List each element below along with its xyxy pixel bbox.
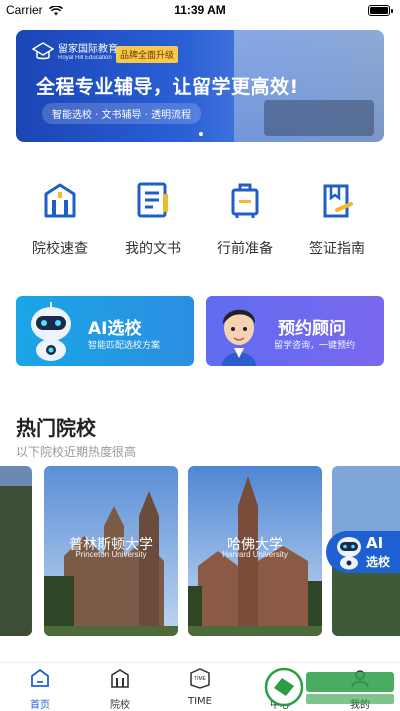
book-consultant-card[interactable]: 预约顾问 留学咨询，一键预约 bbox=[206, 296, 384, 366]
status-bar: Carrier 11:39 AM bbox=[0, 0, 400, 22]
quick-action-visa-guide[interactable]: 签证指南 bbox=[292, 180, 382, 258]
section-title: 热门院校 bbox=[16, 416, 96, 440]
robot-icon bbox=[337, 537, 361, 570]
school-card-princeton[interactable]: 普林斯顿大学 Princeton University bbox=[44, 466, 178, 636]
status-time: 11:39 AM bbox=[174, 3, 226, 17]
time-icon: TIME bbox=[190, 668, 210, 689]
quick-action-my-documents[interactable]: 我的文书 bbox=[108, 180, 198, 258]
tab-schools[interactable]: 院校 bbox=[90, 667, 150, 711]
ai-card-title: AI选校 bbox=[88, 319, 142, 339]
watermark-logo bbox=[264, 667, 394, 707]
consult-card-desc: 留学咨询，一键预约 bbox=[274, 341, 356, 351]
home-icon bbox=[31, 668, 49, 687]
logo-cn: 留家国际教育 bbox=[58, 43, 118, 55]
visa-icon bbox=[323, 184, 353, 218]
banner-subline: 智能选校 · 文书辅导 · 透明流程 bbox=[42, 103, 202, 124]
brand-badge: 品牌全面升级 bbox=[116, 46, 179, 63]
school-card-harvard[interactable]: 哈佛大学 Harvard University bbox=[188, 466, 322, 636]
banner-headline: 全程专业辅导，让留学更高效! bbox=[36, 76, 299, 98]
logo-icon bbox=[32, 42, 54, 60]
logo-en: Royal Hill Education bbox=[58, 54, 112, 61]
quick-action-school-search[interactable]: 院校速查 bbox=[15, 180, 105, 258]
section-subtitle: 以下院校近期热度很高 bbox=[16, 445, 137, 459]
robot-icon bbox=[31, 302, 71, 361]
battery-icon bbox=[368, 5, 393, 16]
feature-cards: AI选校 智能匹配选校方案 预约顾问 留学咨询，一键预约 bbox=[16, 296, 384, 366]
school-name-en: Harvard University bbox=[222, 550, 288, 559]
university-icon bbox=[111, 669, 129, 688]
ai-school-selection-card[interactable]: AI选校 智能匹配选校方案 bbox=[16, 296, 194, 366]
brand-logo: 留家国际教育 Royal Hill Education bbox=[32, 42, 118, 62]
quick-action-travel-prep[interactable]: 行前准备 bbox=[200, 180, 290, 258]
document-icon bbox=[137, 182, 168, 218]
consultant-avatar-icon bbox=[222, 309, 256, 366]
school-card-partial[interactable] bbox=[0, 466, 32, 636]
consult-card-title: 预约顾问 bbox=[278, 319, 346, 339]
luggage-icon bbox=[231, 183, 259, 218]
promo-banner[interactable]: 留家国际教育 Royal Hill Education 品牌全面升级 全程专业辅… bbox=[16, 30, 384, 142]
svg-text:TIME: TIME bbox=[194, 676, 207, 682]
tab-home[interactable]: 首页 bbox=[10, 667, 70, 711]
carousel-indicator[interactable] bbox=[199, 132, 203, 136]
school-name-en: Princeton University bbox=[75, 550, 147, 559]
university-icon bbox=[44, 183, 76, 218]
tab-time[interactable]: TIME TIME bbox=[170, 667, 230, 707]
ai-card-desc: 智能匹配选校方案 bbox=[88, 341, 161, 351]
floating-ai-button[interactable]: AI 选校 bbox=[326, 531, 400, 573]
quick-actions: 院校速查 我的文书 行前准备 签证指南 bbox=[0, 180, 400, 260]
